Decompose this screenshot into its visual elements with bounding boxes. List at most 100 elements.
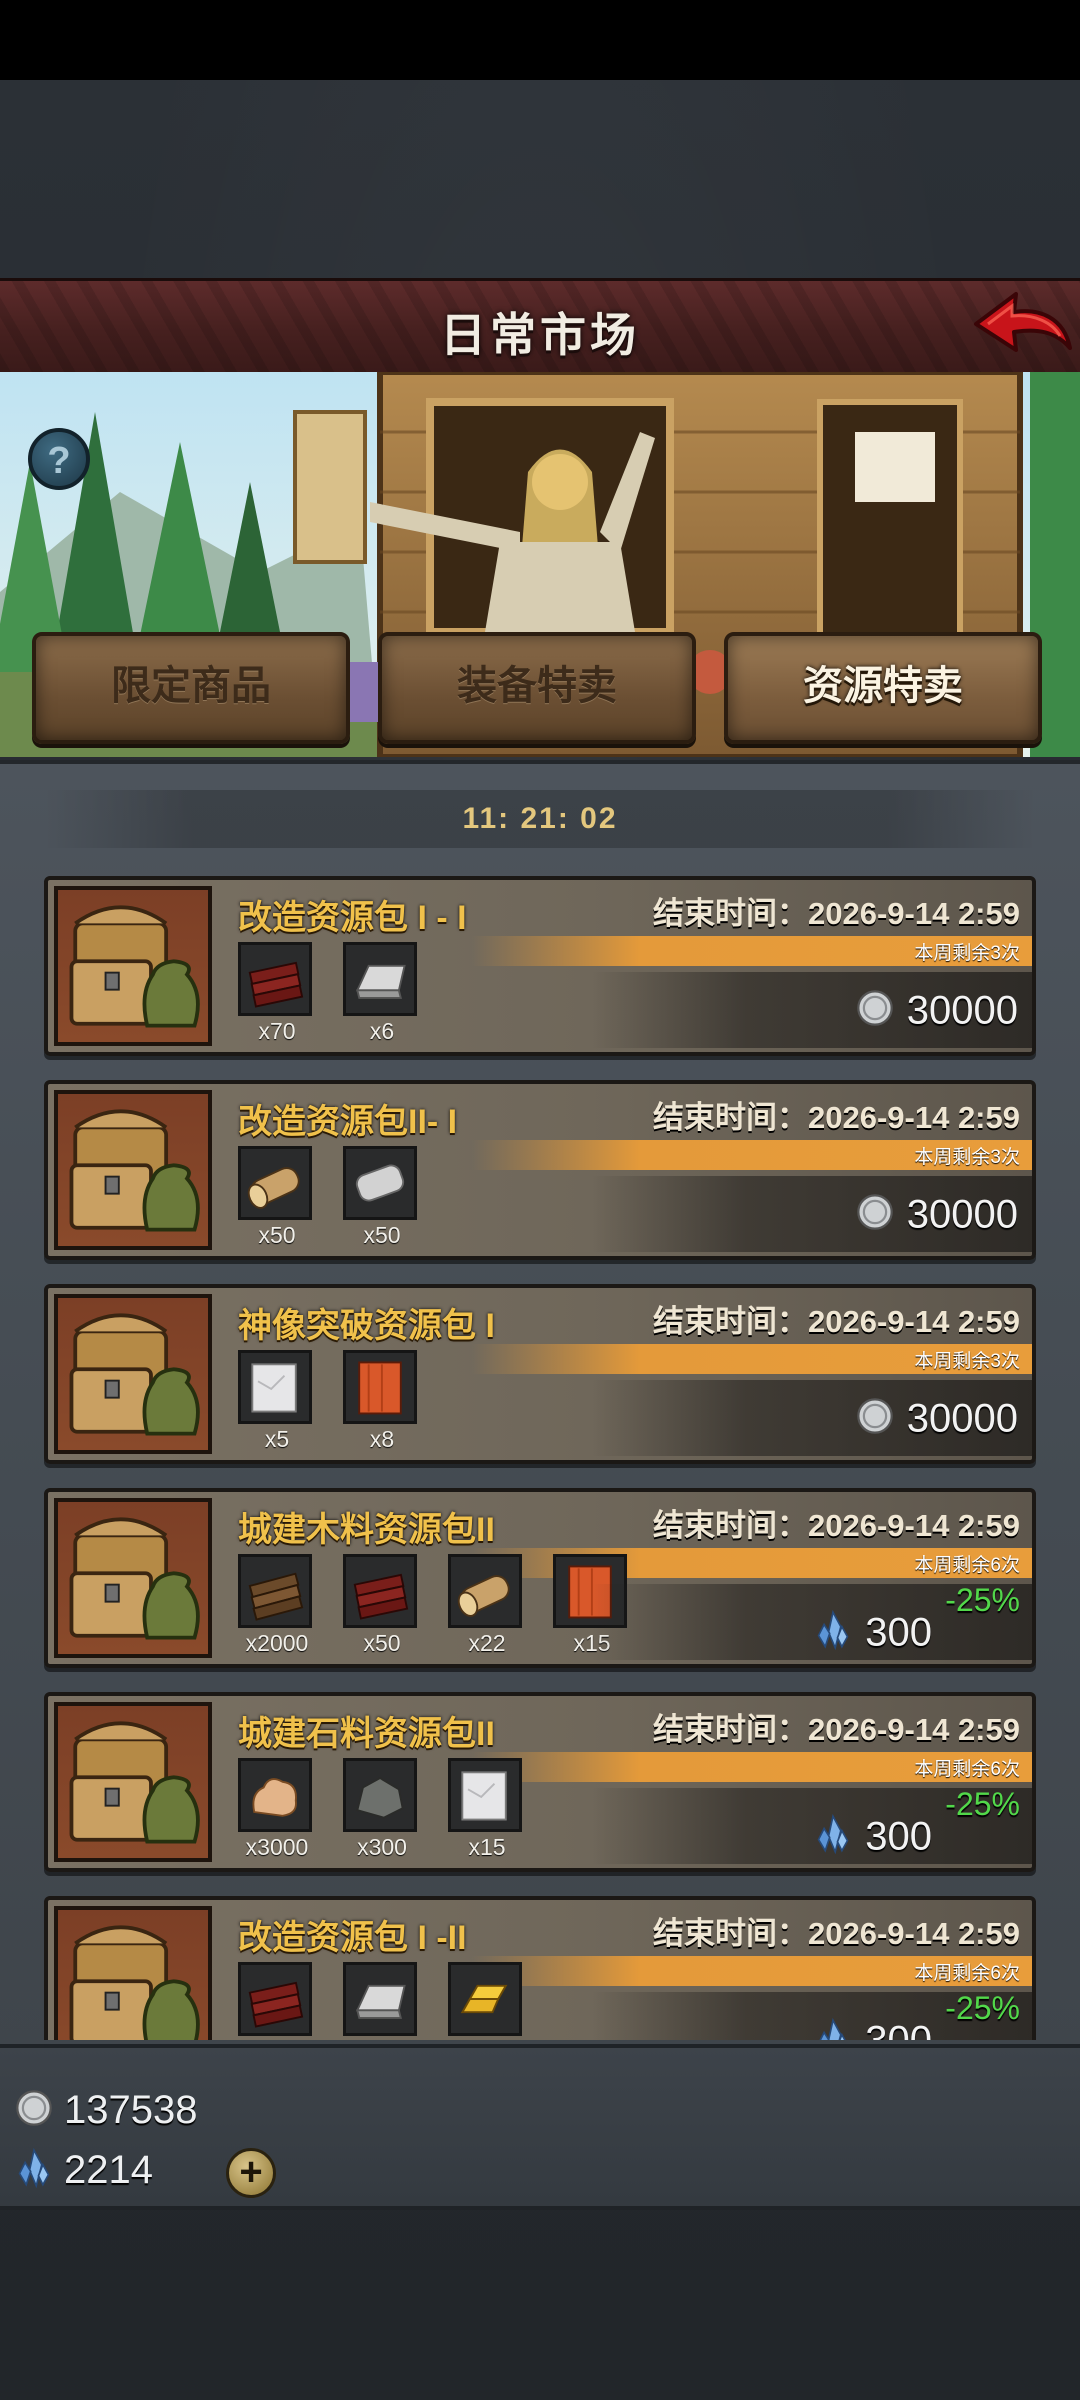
item-slot[interactable]: x5 (238, 1350, 316, 1453)
silver-balance: 137538 (14, 2084, 197, 2136)
gold-bars-icon (448, 1962, 522, 2036)
package-name: 城建石料资源包II (238, 1715, 495, 1753)
silver-coin-icon (855, 988, 895, 1038)
item-slot[interactable]: x22 (448, 1554, 526, 1657)
marble-block-icon (448, 1758, 522, 1832)
tab-equipment-sale[interactable]: 装备特卖 (378, 632, 696, 744)
blue-crystal-icon (813, 2017, 853, 2040)
plus-icon: + (239, 2150, 263, 2194)
package-card[interactable]: 城建石料资源包II 结束时间：2026-9-14 2:59 本周剩余6次 x30… (44, 1692, 1036, 1872)
red-planks-icon (238, 1962, 312, 2036)
package-name: 改造资源包 I -II (238, 1919, 467, 1957)
buy-button[interactable]: 300 (813, 1813, 932, 1864)
help-button[interactable]: ? (28, 428, 90, 490)
package-name: 神像突破资源包 I (238, 1307, 495, 1345)
end-time: 结束时间：2026-9-14 2:59 (653, 1304, 1020, 1339)
item-slot[interactable]: x50 (343, 1146, 421, 1249)
marble-block-icon (238, 1350, 312, 1424)
buy-button[interactable]: 300 (813, 2017, 932, 2040)
weekly-quota: 本周剩余6次 (914, 1555, 1020, 1576)
item-slot[interactable]: x8 (343, 1350, 421, 1453)
silver-coin-icon (855, 1396, 895, 1446)
item-slot[interactable]: x50 (238, 1146, 316, 1249)
chest-sack-icon (54, 1090, 212, 1250)
item-slot[interactable]: x300 (343, 1758, 421, 1861)
price-value: 300 (865, 2019, 932, 2040)
discount-badge: -25% (945, 1990, 1020, 2026)
red-planks-icon (343, 1554, 417, 1628)
end-time: 结束时间：2026-9-14 2:59 (653, 1712, 1020, 1747)
item-slot[interactable]: x70 (238, 942, 316, 1045)
weekly-quota: 本周剩余6次 (914, 1963, 1020, 1984)
sandstone-icon (238, 1758, 312, 1832)
buy-button[interactable]: 30000 (855, 1192, 1018, 1242)
wood-log-icon (238, 1146, 312, 1220)
package-card[interactable]: 改造资源包 I -II 结束时间：2026-9-14 2:59 本周剩余6次 -… (44, 1896, 1036, 2040)
back-button[interactable] (968, 284, 1078, 364)
item-slot[interactable]: x50 (343, 1554, 421, 1657)
brown-planks-icon (238, 1554, 312, 1628)
package-name: 改造资源包 I - I (238, 899, 467, 937)
package-name: 城建木料资源包II (238, 1511, 495, 1549)
red-planks-icon (238, 942, 312, 1016)
buy-button[interactable]: 30000 (855, 988, 1018, 1038)
wood-log-icon (448, 1554, 522, 1628)
chest-sack-icon (54, 886, 212, 1046)
price-value: 300 (865, 1610, 932, 1655)
package-name: 改造资源包II- I (238, 1103, 458, 1141)
silver-coin-icon (14, 2088, 54, 2133)
silver-value: 137538 (64, 2087, 198, 2132)
item-slot[interactable]: x6 (343, 942, 421, 1045)
weekly-quota: 本周剩余3次 (914, 1351, 1020, 1372)
back-arrow-icon (974, 292, 1072, 352)
tab-limited-goods[interactable]: 限定商品 (32, 632, 350, 744)
price-value: 30000 (906, 1192, 1018, 1237)
blue-crystal-icon (14, 2147, 54, 2193)
item-slot[interactable]: x15 (448, 1758, 526, 1861)
package-card[interactable]: 改造资源包II- I 结束时间：2026-9-14 2:59 本周剩余3次 x5… (44, 1080, 1036, 1260)
end-time: 结束时间：2026-9-14 2:59 (653, 1508, 1020, 1543)
chest-sack-icon (54, 1294, 212, 1454)
question-icon: ? (47, 440, 71, 482)
refresh-timer: 11: 21: 02 (44, 790, 1036, 848)
buy-button[interactable]: 300 (813, 1609, 932, 1660)
chest-sack-icon (54, 1702, 212, 1862)
price-value: 300 (865, 1814, 932, 1859)
item-slot[interactable]: x3000 (238, 1758, 316, 1861)
iron-ingot-icon (343, 942, 417, 1016)
silver-coin-icon (855, 1192, 895, 1242)
add-crystal-button[interactable]: + (226, 2148, 276, 2198)
price-value: 30000 (906, 1396, 1018, 1441)
item-slot[interactable] (448, 1962, 526, 2038)
item-slot[interactable] (343, 1962, 421, 2038)
page-title: 日常市场 (440, 309, 640, 361)
crystal-value: 2214 (64, 2147, 153, 2192)
price-value: 30000 (906, 988, 1018, 1033)
orange-plank-icon (343, 1350, 417, 1424)
blue-crystal-icon (813, 1609, 853, 1660)
crystal-balance: 2214 (14, 2144, 153, 2196)
end-time: 结束时间：2026-9-14 2:59 (653, 896, 1020, 931)
chest-sack-icon (54, 1498, 212, 1658)
buy-button[interactable]: 30000 (855, 1396, 1018, 1446)
item-slot[interactable] (238, 1962, 316, 2038)
weekly-quota: 本周剩余3次 (914, 1147, 1020, 1168)
iron-ingot-icon (343, 1962, 417, 2036)
discount-badge: -25% (945, 1582, 1020, 1618)
end-time: 结束时间：2026-9-14 2:59 (653, 1916, 1020, 1951)
blue-crystal-icon (813, 1813, 853, 1864)
package-list[interactable]: 改造资源包 I - I 结束时间：2026-9-14 2:59 本周剩余3次 x… (44, 876, 1040, 2040)
title-bar: 日常市场 (0, 278, 1080, 376)
gray-stone-icon (343, 1758, 417, 1832)
package-card[interactable]: 神像突破资源包 I 结束时间：2026-9-14 2:59 本周剩余3次 x5 … (44, 1284, 1036, 1464)
weekly-quota: 本周剩余3次 (914, 943, 1020, 964)
package-card[interactable]: 城建木料资源包II 结束时间：2026-9-14 2:59 本周剩余6次 x20… (44, 1488, 1036, 1668)
end-time: 结束时间：2026-9-14 2:59 (653, 1100, 1020, 1135)
discount-badge: -25% (945, 1786, 1020, 1822)
package-card[interactable]: 改造资源包 I - I 结束时间：2026-9-14 2:59 本周剩余3次 x… (44, 876, 1036, 1056)
stone-brick-icon (343, 1146, 417, 1220)
item-slot[interactable]: x2000 (238, 1554, 316, 1657)
status-bar (0, 0, 1080, 80)
tab-resource-sale[interactable]: 资源特卖 (724, 632, 1042, 744)
chest-sack-icon (54, 1906, 212, 2040)
